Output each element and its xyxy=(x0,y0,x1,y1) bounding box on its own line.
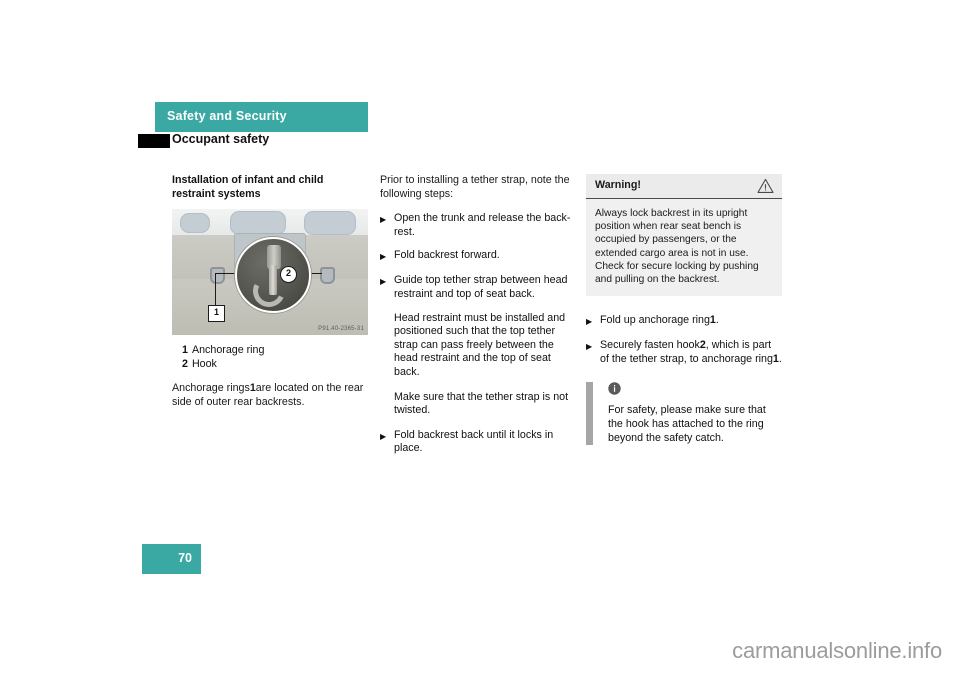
bullet-text-c: . xyxy=(778,352,782,365)
bullet-text: Fold backrest back until it locks in pla… xyxy=(394,428,554,455)
figure-reference-code: P91.40-2365-31 xyxy=(318,326,364,333)
left-column-paragraph: Anchorage rings1are located on the rear … xyxy=(172,382,368,409)
figure-callout-1: 1 xyxy=(208,305,225,323)
warning-triangle-icon xyxy=(757,178,774,199)
bullet-text: Fold up anchorage ring1. xyxy=(600,314,782,329)
site-watermark: carmanualsonline.info xyxy=(732,638,942,663)
bullet-text: Guide top tether strap between head rest… xyxy=(394,274,568,300)
legend-label-1: Anchorage ring xyxy=(191,344,265,357)
page-number-box: 70 xyxy=(142,544,201,574)
info-note-text: For safety, please make sure that the ho… xyxy=(608,404,766,444)
figure-anchorage-ring-right xyxy=(320,267,335,285)
chapter-title: Safety and Security xyxy=(167,109,287,123)
warning-header: Warning! xyxy=(586,174,782,199)
middle-column: Prior to installing a tether strap, note… xyxy=(380,174,572,466)
middle-intro-paragraph: Prior to installing a tether strap, note… xyxy=(380,174,570,200)
middle-note-paragraph: Make sure that the tether strap is not t… xyxy=(394,390,569,417)
warning-body-text: Always lock backrest in its upright posi… xyxy=(595,208,759,286)
bullet-text: Open the trunk and release the back-rest… xyxy=(394,212,571,238)
paragraph-text-a: Anchorage rings xyxy=(172,382,250,395)
figure-hook-detail-circle xyxy=(235,237,311,314)
middle-note-paragraph: Head restraint must be installed and pos… xyxy=(394,311,566,378)
info-circle-icon xyxy=(608,382,782,400)
figure-headrest-left xyxy=(180,213,210,234)
section-title: Occupant safety xyxy=(172,132,270,146)
legend-number-2: 2 xyxy=(182,357,188,370)
bullet-text: Securely fasten hook2, which is part of … xyxy=(600,339,782,366)
bullet-text-b: . xyxy=(715,314,719,327)
legend-item-2: 2 Hook xyxy=(182,358,368,372)
page-number: 70 xyxy=(178,551,192,565)
legend-number-1: 1 xyxy=(182,344,188,357)
figure-headrest-center xyxy=(230,211,286,236)
left-column: Installation of infant and child restrai… xyxy=(172,174,368,410)
chapter-header-bar: Safety and Security xyxy=(155,102,368,132)
legend-item-1: 1 Anchorage ring xyxy=(182,344,368,358)
figure-leader-line-vertical xyxy=(215,273,216,306)
info-note: For safety, please make sure that the ho… xyxy=(586,382,782,446)
bullet-item: ▶ Open the trunk and release the back-re… xyxy=(380,212,572,239)
bullet-arrow-icon: ▶ xyxy=(586,317,593,327)
bullet-arrow-icon: ▶ xyxy=(380,252,387,262)
bullet-text-a: Fold up anchorage ring xyxy=(600,314,710,327)
bullet-arrow-icon: ▶ xyxy=(380,215,387,225)
warning-label: Warning! xyxy=(595,179,641,191)
bullet-item: ▶ Fold up anchorage ring1. xyxy=(586,314,782,329)
left-column-heading: Installation of infant and child restrai… xyxy=(172,174,324,200)
bullet-item: ▶ Fold backrest forward. xyxy=(380,249,572,264)
bullet-item: ▶ Securely fasten hook2, which is part o… xyxy=(586,339,782,366)
anchorage-ring-figure: 2 1 P91.40-2365-31 xyxy=(172,209,368,336)
bullet-arrow-icon: ▶ xyxy=(380,431,387,441)
legend-label-2: Hook xyxy=(191,357,217,370)
info-note-accent-bar xyxy=(586,382,593,446)
warning-box: Warning! Always lock backrest in its upr… xyxy=(586,174,782,297)
bullet-text: Fold backrest forward. xyxy=(394,249,500,262)
figure-anchorage-ring-left xyxy=(210,267,225,285)
section-marker-tab xyxy=(138,134,170,148)
bullet-item: ▶ Guide top tether strap between head re… xyxy=(380,274,572,301)
right-column: Warning! Always lock backrest in its upr… xyxy=(586,174,782,446)
bullet-item: ▶ Fold backrest back until it locks in p… xyxy=(380,429,572,456)
figure-headrest-right xyxy=(304,211,356,236)
bullet-arrow-icon: ▶ xyxy=(586,342,593,352)
bullet-arrow-icon: ▶ xyxy=(380,277,387,287)
bullet-text-a: Securely fasten hook xyxy=(600,339,700,352)
